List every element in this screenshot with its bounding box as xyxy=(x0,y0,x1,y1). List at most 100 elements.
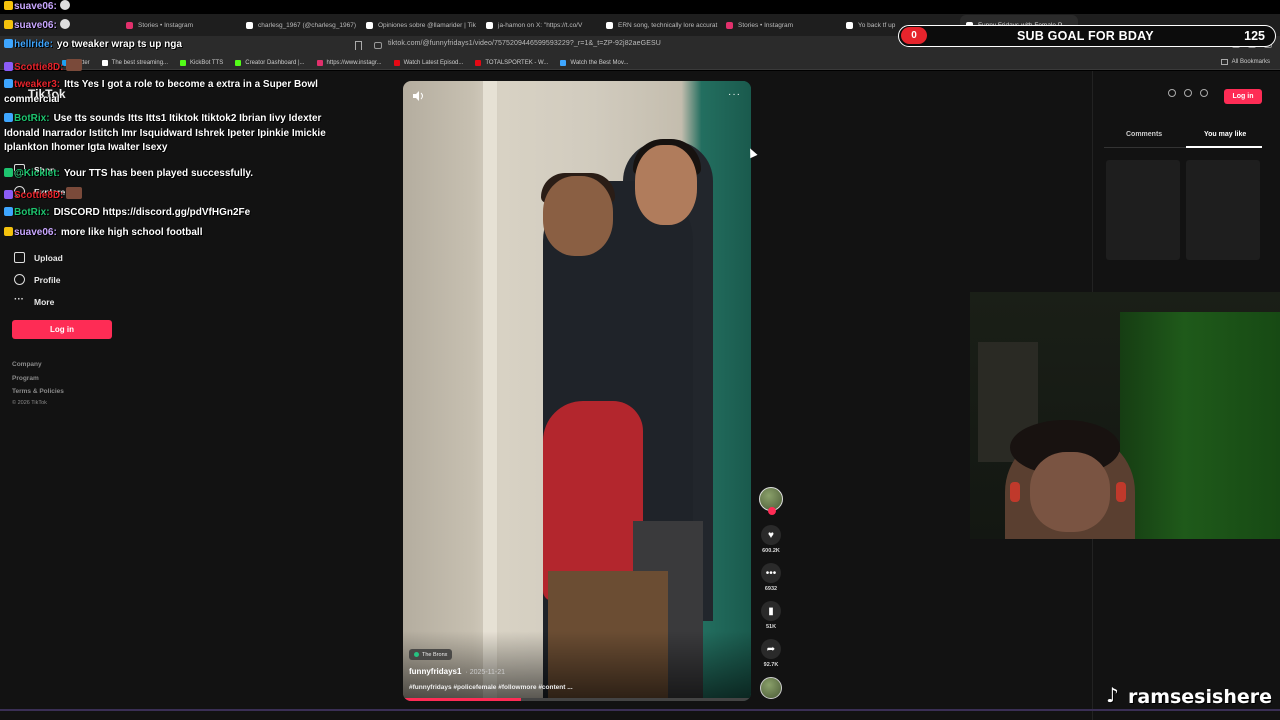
headphones-icon xyxy=(1010,482,1020,502)
video-caption[interactable]: #funnyfridays #policefemale #followmore … xyxy=(409,684,573,691)
more-options-icon[interactable]: ··· xyxy=(728,89,741,100)
video-author[interactable]: funnyfridays1 · 2025-11-21 xyxy=(409,667,505,676)
sub-goal-bar: 0 SUB GOAL FOR BDAY 125 xyxy=(898,25,1276,47)
chat-emote-icon xyxy=(59,0,70,10)
tab-label: ja-hamon on X: "https://t.co/V xyxy=(498,21,583,29)
bookmark-icon[interactable] xyxy=(355,41,362,50)
bookmark-favicon-icon xyxy=(180,59,187,66)
comment-count: 6932 xyxy=(764,586,778,592)
bookmark-label: Watch the Best Mov... xyxy=(570,59,629,66)
chat-message: hellride: yo tweaker wrap ts up nga xyxy=(4,39,182,50)
tab-favicon-icon xyxy=(366,21,373,29)
bookmark-label: https://www.instagr... xyxy=(326,59,382,66)
location-tag[interactable]: The Bronx xyxy=(409,649,453,660)
chat-message: BotRix: Use tts sounds Itts Itts1 Itiktok… xyxy=(4,112,344,156)
video-date: · 2025-11-21 xyxy=(465,669,506,676)
chat-username: tweaker3: xyxy=(14,79,61,90)
chat-username: Scottie8D: xyxy=(14,62,64,73)
download-icon[interactable] xyxy=(1200,89,1208,97)
suggested-video-card[interactable] xyxy=(1186,160,1260,260)
chat-message: Scottie8D: xyxy=(4,187,83,201)
coin-icon[interactable] xyxy=(1168,89,1176,97)
tab-favicon-icon xyxy=(726,21,733,29)
bookmark-item[interactable]: https://www.instagr... xyxy=(316,59,382,66)
comment-button[interactable]: ••• xyxy=(761,563,781,583)
sidebar-item-profile[interactable]: Profile xyxy=(14,274,60,285)
sidebar-item-upload[interactable]: Upload xyxy=(14,252,63,263)
right-panel-icons xyxy=(1168,89,1208,97)
browser-tab[interactable]: Stories • Instagram xyxy=(720,15,838,35)
video-progress-bar[interactable] xyxy=(403,698,751,701)
chat-badge-icon xyxy=(4,113,13,122)
bookmark-favicon-icon xyxy=(393,59,400,66)
url-field[interactable]: tiktok.com/@funnyfridays1/video/75752094… xyxy=(388,40,661,47)
browser-tab[interactable]: Stories • Instagram xyxy=(120,15,238,35)
tab-favicon-icon xyxy=(606,21,613,29)
like-button[interactable]: ♥ xyxy=(761,525,781,545)
chat-message: Scottie8D: xyxy=(4,59,83,73)
header-login-button[interactable]: Log in xyxy=(1224,89,1262,104)
chat-badge-icon xyxy=(4,227,13,236)
suggested-video-card[interactable] xyxy=(1106,160,1180,260)
chat-username: @Kicklet: xyxy=(14,168,60,179)
follow-icon[interactable] xyxy=(768,507,776,515)
tab-you-may-like[interactable]: You may like xyxy=(1204,131,1246,138)
volume-icon[interactable] xyxy=(413,91,425,101)
footer-link-program[interactable]: Program xyxy=(12,375,39,382)
bookmark-label: KickBot TTS xyxy=(190,59,224,66)
save-button[interactable]: ▮ xyxy=(761,601,781,621)
chat-message: suave06: more like high school football xyxy=(4,227,203,238)
tab-comments[interactable]: Comments xyxy=(1126,131,1162,138)
bookmarks-bar: TwitterThe best streaming...KickBot TTSC… xyxy=(0,56,1280,70)
browser-tab[interactable]: ERN song, technically lore accurat xyxy=(600,15,718,35)
bookmark-item[interactable]: KickBot TTS xyxy=(180,59,224,66)
bookmark-favicon-icon xyxy=(475,59,482,66)
video-scene xyxy=(483,81,497,701)
bookmark-item[interactable]: Creator Dashboard |... xyxy=(235,59,305,66)
chat-username: BotRix: xyxy=(14,113,50,124)
chat-username: suave06: xyxy=(14,1,57,12)
browser-tab[interactable]: charlesg_1967 (@charlesg_1967) | xyxy=(240,15,358,35)
bookmark-label: Watch Latest Episod... xyxy=(403,59,464,66)
heart-icon: ♥ xyxy=(768,529,774,541)
creator-avatar[interactable] xyxy=(759,487,783,515)
chat-message: tweaker3: Itts Yes I got a role to become… xyxy=(4,78,344,107)
share-icon: ➦ xyxy=(766,643,776,655)
tab-label: charlesg_1967 (@charlesg_1967) | xyxy=(258,21,358,29)
bookmark-item[interactable]: TOTALSPORTEK - W... xyxy=(475,59,549,66)
site-info-icon[interactable] xyxy=(374,42,382,49)
sidebar-login-button[interactable]: Log in xyxy=(12,320,112,339)
browser-tab[interactable]: Opiniones sobre @llamarider | Tik xyxy=(360,15,478,35)
chat-badge-icon xyxy=(4,79,13,88)
chat-message: suave06: xyxy=(4,19,70,31)
footer-link-company[interactable]: Company xyxy=(12,361,42,368)
bookmark-item[interactable]: The best streaming... xyxy=(101,59,168,66)
chat-badge-icon xyxy=(4,1,13,10)
sub-goal-target: 125 xyxy=(1244,29,1265,43)
tiktok-icon xyxy=(1104,683,1122,707)
chat-badge-icon xyxy=(4,207,13,216)
video-progress-fill xyxy=(403,698,522,701)
bookmark-item[interactable]: Watch Latest Episod... xyxy=(393,59,464,66)
video-player[interactable]: ··· The Bronx funnyfridays1 · 2025-11-21 … xyxy=(403,81,751,701)
channel-watermark: ramsesishere xyxy=(1104,683,1272,708)
webcam-overlay xyxy=(970,292,1280,539)
bookmark-icon: ▮ xyxy=(768,605,774,617)
sidebar-item-more[interactable]: ··· More xyxy=(14,294,54,307)
all-bookmarks[interactable]: All Bookmarks xyxy=(1220,59,1270,65)
active-tab-indicator xyxy=(1186,146,1262,148)
bookmark-label: TOTALSPORTEK - W... xyxy=(485,59,549,66)
footer-link-terms[interactable]: Terms & Policies xyxy=(12,388,64,395)
share-count: 92.7K xyxy=(763,662,779,668)
share-button[interactable]: ➦ xyxy=(761,639,781,659)
save-count: 51K xyxy=(765,624,777,630)
tab-favicon-icon xyxy=(246,21,253,29)
more-icon: ··· xyxy=(14,294,24,305)
sound-avatar[interactable] xyxy=(760,677,782,699)
phone-icon[interactable] xyxy=(1184,89,1192,97)
bookmark-item[interactable]: Watch the Best Mov... xyxy=(560,59,629,66)
tab-label: Stories • Instagram xyxy=(738,21,794,29)
browser-tab[interactable]: ja-hamon on X: "https://t.co/V xyxy=(480,15,598,35)
headphones-icon xyxy=(1116,482,1126,502)
person-icon xyxy=(14,274,25,285)
